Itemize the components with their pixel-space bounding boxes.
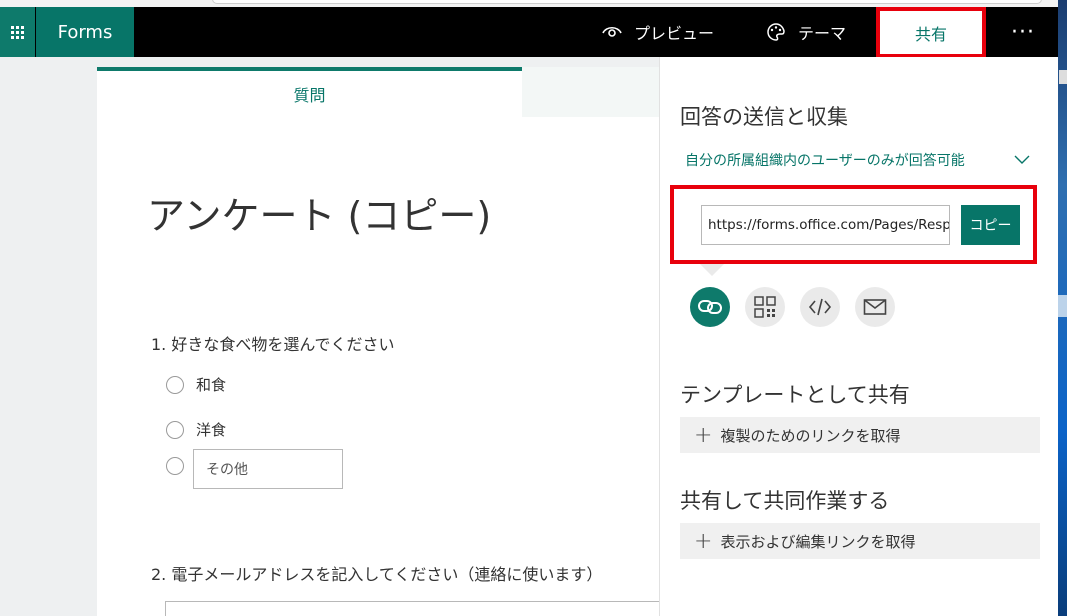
plus-icon: + — [694, 528, 713, 554]
app-name[interactable]: Forms — [36, 7, 134, 57]
option-label: 和食 — [196, 376, 227, 394]
browser-address-bar[interactable] — [212, 0, 1042, 4]
option-other[interactable] — [166, 457, 196, 475]
link-icon[interactable] — [690, 287, 730, 327]
chevron-down-icon — [1014, 155, 1030, 164]
form-title[interactable]: アンケート (コピー) — [147, 185, 491, 240]
permission-label: 自分の所属組織内のユーザーのみが回答可能 — [685, 153, 965, 169]
tab-responses[interactable] — [522, 67, 659, 117]
send-collect-heading: 回答の送信と収集 — [680, 105, 848, 129]
more-options-icon[interactable]: ··· — [1008, 7, 1038, 57]
get-edit-link-button[interactable]: + 表示および編集リンクを取得 — [680, 523, 1040, 559]
qr-code-icon[interactable] — [745, 287, 785, 327]
preview-label: プレビュー — [634, 24, 715, 43]
option-washoku[interactable]: 和食 — [166, 374, 226, 395]
radio-button[interactable] — [166, 420, 184, 439]
share-panel: 回答の送信と収集 自分の所属組織内のユーザーのみが回答可能 https://fo… — [659, 57, 1058, 616]
app-launcher-icon[interactable] — [0, 7, 35, 57]
copy-button[interactable]: コピー — [961, 205, 1020, 245]
share-link-box: https://forms.office.com/Pages/ResponseP… — [670, 185, 1037, 264]
template-share-heading: テンプレートとして共有 — [680, 383, 910, 407]
share-button[interactable]: 共有 — [876, 7, 986, 58]
get-duplicate-link-label: 複製のためのリンクを取得 — [720, 426, 901, 445]
other-text-input[interactable]: その他 — [193, 449, 343, 489]
app-header: Forms プレビュー テーマ 共有 ··· — [0, 7, 1058, 58]
option-yoshoku[interactable]: 洋食 — [166, 419, 226, 440]
option-label: 洋食 — [196, 421, 227, 439]
collaborate-heading: 共有して共同作業する — [680, 489, 890, 513]
form-editor: 質問 アンケート (コピー) 1. 好きな食べ物を選んでください 和食 洋食 そ… — [97, 67, 665, 616]
embed-icon[interactable] — [800, 287, 840, 327]
radio-button[interactable] — [166, 457, 184, 475]
get-duplicate-link-button[interactable]: + 複製のためのリンクを取得 — [680, 417, 1040, 453]
palette-icon — [767, 23, 785, 41]
email-icon[interactable] — [855, 287, 895, 327]
plus-icon: + — [694, 422, 713, 448]
desktop-background-strip — [1058, 0, 1067, 616]
preview-button[interactable]: プレビュー — [602, 7, 714, 57]
answer-input[interactable] — [165, 601, 665, 616]
question-1-label[interactable]: 1. 好きな食べ物を選んでください — [151, 331, 395, 355]
theme-label: テーマ — [798, 24, 847, 43]
share-label: 共有 — [914, 24, 947, 44]
browser-top-strip — [0, 0, 1067, 7]
eye-icon — [602, 26, 622, 37]
desktop-icon-fragment — [1058, 295, 1067, 317]
theme-button[interactable]: テーマ — [766, 7, 846, 57]
desktop-icon-fragment — [1059, 70, 1067, 84]
radio-button[interactable] — [166, 375, 184, 394]
permission-dropdown[interactable]: 自分の所属組織内のユーザーのみが回答可能 — [685, 150, 1030, 170]
get-edit-link-label: 表示および編集リンクを取得 — [720, 532, 916, 551]
tab-questions[interactable]: 質問 — [97, 67, 522, 117]
share-url-field[interactable]: https://forms.office.com/Pages/ResponseP… — [701, 205, 950, 245]
question-2-label[interactable]: 2. 電子メールアドレスを記入してください（連絡に使います） — [151, 561, 602, 585]
selected-indicator — [700, 264, 724, 276]
